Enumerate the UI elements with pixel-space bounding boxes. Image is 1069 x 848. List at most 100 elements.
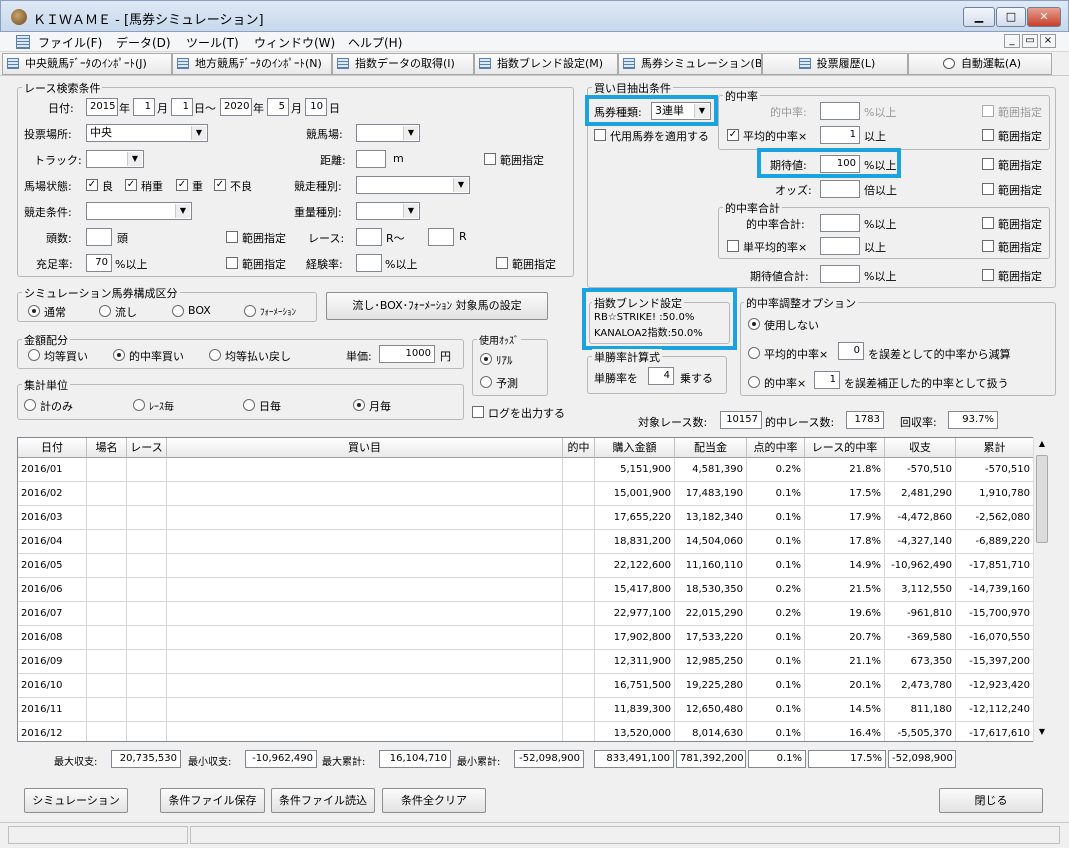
- grid-cell[interactable]: 17,533,220: [675, 626, 747, 650]
- substitute-ticket-checkbox[interactable]: [594, 129, 606, 141]
- grid-cell[interactable]: -16,070,550: [956, 626, 1034, 650]
- clear-conditions-button[interactable]: 条件全クリア: [382, 788, 486, 813]
- hit-rate-range-checkbox[interactable]: [982, 105, 994, 117]
- grid-cell[interactable]: [127, 674, 167, 698]
- grid-cell[interactable]: [127, 530, 167, 554]
- grid-cell[interactable]: -12,112,240: [956, 698, 1034, 722]
- grid-cell[interactable]: 0.1%: [747, 626, 805, 650]
- track-type-select[interactable]: [86, 150, 144, 168]
- grid-cell[interactable]: 2016/09: [18, 650, 87, 674]
- race-cond-select[interactable]: [86, 202, 192, 220]
- scroll-up-icon[interactable]: ▲: [1036, 439, 1048, 451]
- single-avg-checkbox[interactable]: [727, 240, 739, 252]
- grid-cell[interactable]: -4,472,860: [885, 506, 956, 530]
- hit-sum-input[interactable]: [820, 214, 860, 232]
- grid-cell[interactable]: 2016/03: [18, 506, 87, 530]
- year-from-input[interactable]: 2015: [86, 98, 118, 116]
- menu-help[interactable]: ヘルプ(H): [348, 34, 402, 51]
- grid-cell[interactable]: [87, 482, 127, 506]
- grid-cell[interactable]: 18,530,350: [675, 578, 747, 602]
- close-window-button[interactable]: ✕: [1027, 7, 1061, 27]
- grid-cell[interactable]: 22,015,290: [675, 602, 747, 626]
- grid-cell[interactable]: -2,562,080: [956, 506, 1034, 530]
- adjust-none-radio[interactable]: [748, 318, 760, 330]
- venue-select[interactable]: 中央: [86, 124, 208, 142]
- grid-cell[interactable]: [127, 602, 167, 626]
- grid-header-9[interactable]: 収支: [885, 438, 956, 458]
- auto-run-button[interactable]: 自動運転(A): [908, 53, 1052, 75]
- grid-cell[interactable]: 11,839,300: [595, 698, 675, 722]
- target-horse-settings-button[interactable]: 流し･BOX･ﾌｫｰﾒｰｼｮﾝ 対象馬の設定: [326, 292, 548, 320]
- grid-cell[interactable]: -14,739,160: [956, 578, 1034, 602]
- equal-buy-radio[interactable]: [28, 349, 40, 361]
- grid-cell[interactable]: 18,831,200: [595, 530, 675, 554]
- grid-scrollbar[interactable]: ▲ ▼: [1033, 437, 1049, 742]
- ticket-simulation-button[interactable]: 馬券シミュレーション(B): [618, 53, 762, 75]
- grid-cell[interactable]: 811,180: [885, 698, 956, 722]
- grid-cell[interactable]: 2016/08: [18, 626, 87, 650]
- grid-cell[interactable]: [167, 722, 563, 741]
- distance-range-checkbox[interactable]: [484, 153, 496, 165]
- sim-box-radio[interactable]: [172, 305, 184, 317]
- grid-cell[interactable]: -15,397,200: [956, 650, 1034, 674]
- weight-type-select[interactable]: [356, 202, 420, 220]
- grid-header-10[interactable]: 累計: [956, 438, 1034, 458]
- adjust-subtract-radio[interactable]: [748, 347, 760, 359]
- grid-cell[interactable]: 13,520,000: [595, 722, 675, 741]
- agg-month-radio[interactable]: [353, 399, 365, 411]
- grid-cell[interactable]: 0.2%: [747, 458, 805, 482]
- grid-cell[interactable]: 19,225,280: [675, 674, 747, 698]
- grid-cell[interactable]: [87, 578, 127, 602]
- close-button[interactable]: 閉じる: [939, 788, 1043, 813]
- grid-cell[interactable]: [167, 506, 563, 530]
- grid-cell[interactable]: [563, 698, 595, 722]
- grid-cell[interactable]: 2016/05: [18, 554, 87, 578]
- agg-day-radio[interactable]: [243, 399, 255, 411]
- grid-cell[interactable]: 22,122,600: [595, 554, 675, 578]
- grid-cell[interactable]: 22,977,100: [595, 602, 675, 626]
- grid-cell[interactable]: 11,160,110: [675, 554, 747, 578]
- grid-cell[interactable]: 8,014,630: [675, 722, 747, 741]
- grid-cell[interactable]: [167, 530, 563, 554]
- grid-cell[interactable]: 17.8%: [805, 530, 885, 554]
- adjust-correct-input[interactable]: 1: [814, 371, 840, 389]
- avg-hit-rate-checkbox[interactable]: ✓: [727, 129, 739, 141]
- grid-cell[interactable]: 2016/06: [18, 578, 87, 602]
- grid-cell[interactable]: [127, 458, 167, 482]
- heads-range-checkbox[interactable]: [226, 231, 238, 243]
- menu-window[interactable]: ウィンドウ(W): [254, 34, 335, 51]
- grid-cell[interactable]: [167, 458, 563, 482]
- grid-cell[interactable]: [127, 722, 167, 741]
- grid-cell[interactable]: [127, 554, 167, 578]
- avg-hit-range-checkbox[interactable]: [982, 129, 994, 141]
- grid-cell[interactable]: 20.1%: [805, 674, 885, 698]
- save-conditions-button[interactable]: 条件ファイル保存: [160, 788, 265, 813]
- grid-cell[interactable]: [167, 602, 563, 626]
- grid-cell[interactable]: 0.1%: [747, 722, 805, 741]
- odds-forecast-radio[interactable]: [480, 376, 492, 388]
- grid-cell[interactable]: [87, 650, 127, 674]
- grid-cell[interactable]: 0.2%: [747, 602, 805, 626]
- grid-cell[interactable]: [127, 482, 167, 506]
- grid-cell[interactable]: -5,505,370: [885, 722, 956, 741]
- grid-cell[interactable]: [167, 650, 563, 674]
- grid-cell[interactable]: 12,650,480: [675, 698, 747, 722]
- grid-cell[interactable]: [127, 506, 167, 530]
- grid-cell[interactable]: 0.1%: [747, 506, 805, 530]
- grid-header-0[interactable]: 日付: [18, 438, 87, 458]
- grid-cell[interactable]: [563, 482, 595, 506]
- grid-cell[interactable]: [167, 482, 563, 506]
- expected-sum-input[interactable]: [820, 265, 860, 283]
- grid-cell[interactable]: 0.1%: [747, 554, 805, 578]
- grid-cell[interactable]: 2016/07: [18, 602, 87, 626]
- grid-cell[interactable]: [127, 578, 167, 602]
- grid-cell[interactable]: 14,504,060: [675, 530, 747, 554]
- grid-cell[interactable]: 0.1%: [747, 482, 805, 506]
- heads-input[interactable]: [86, 228, 112, 246]
- minimize-button[interactable]: ▁: [963, 7, 995, 27]
- grid-cell[interactable]: 20.7%: [805, 626, 885, 650]
- grid-cell[interactable]: [87, 722, 127, 741]
- grid-cell[interactable]: 2016/02: [18, 482, 87, 506]
- grid-cell[interactable]: -4,327,140: [885, 530, 956, 554]
- grid-cell[interactable]: [87, 698, 127, 722]
